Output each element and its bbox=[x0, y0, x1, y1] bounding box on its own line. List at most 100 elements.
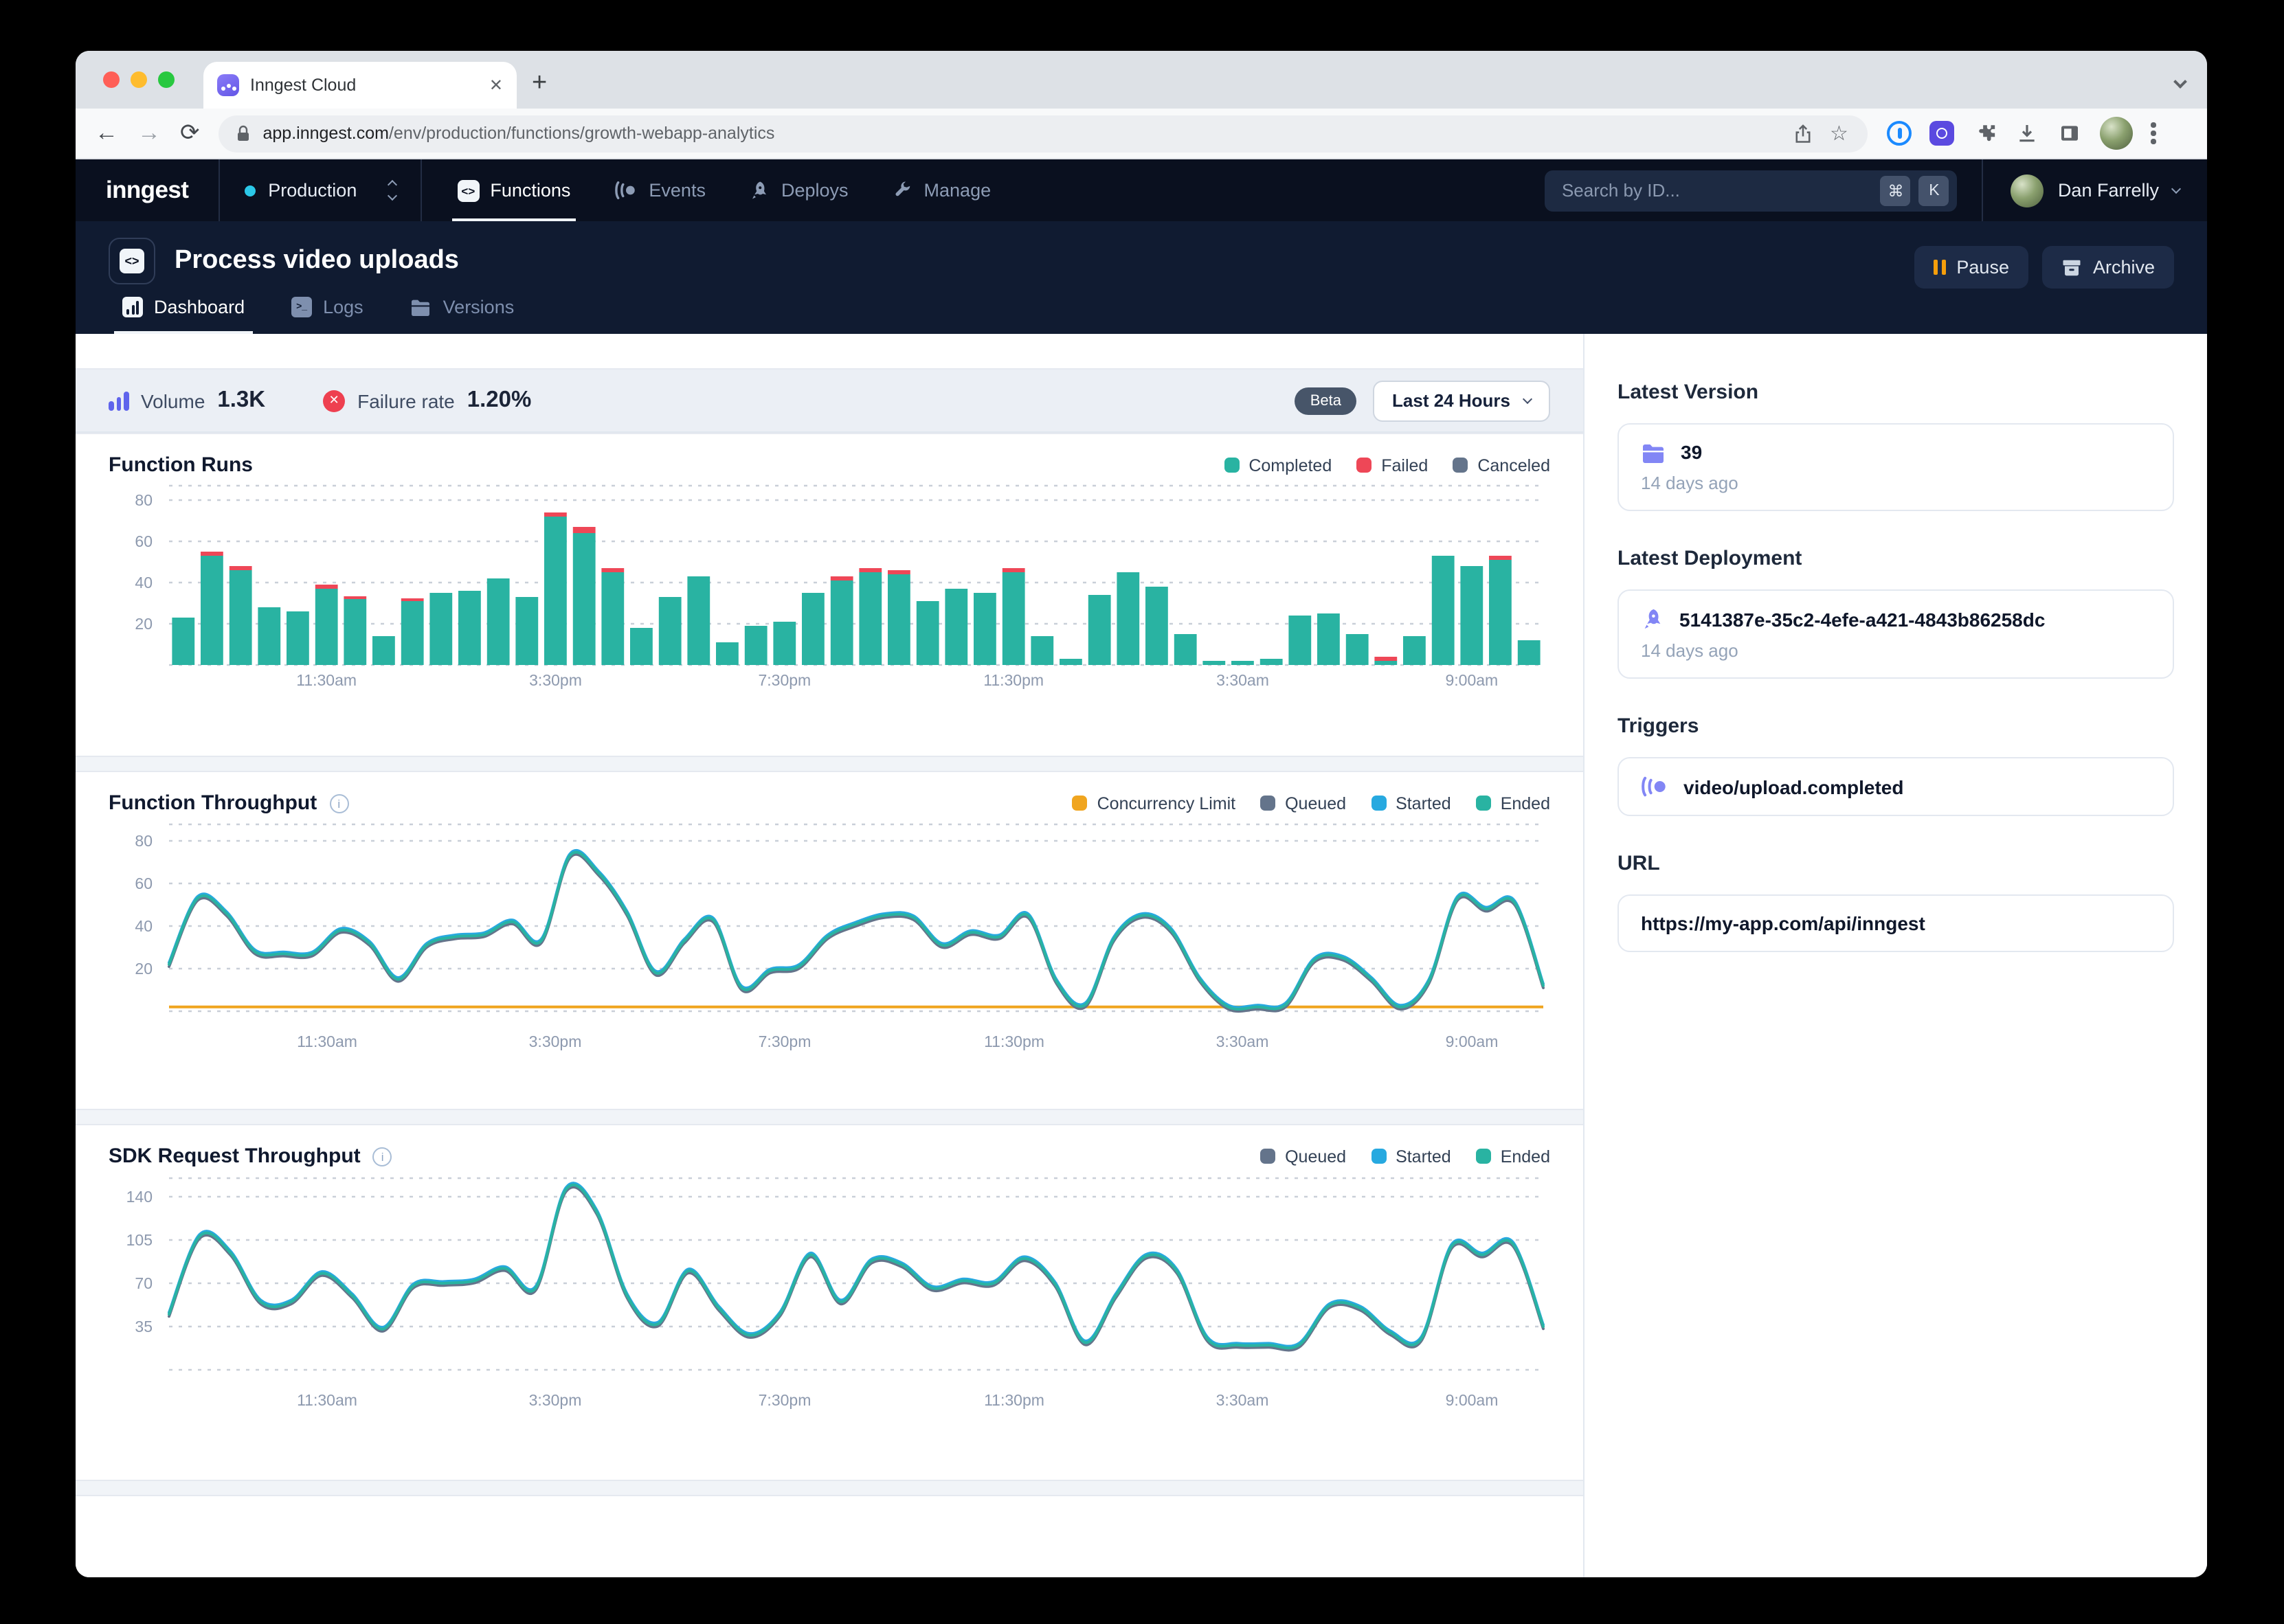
svg-text:3:30pm: 3:30pm bbox=[529, 1033, 582, 1050]
svg-text:60: 60 bbox=[135, 532, 153, 550]
failure-x-icon: ✕ bbox=[323, 390, 345, 411]
environment-label: Production bbox=[268, 180, 357, 201]
info-icon[interactable]: i bbox=[329, 793, 348, 813]
tab-title: Inngest Cloud bbox=[250, 76, 478, 95]
downloads-icon[interactable] bbox=[2015, 121, 2040, 146]
puzzle-extensions-icon[interactable] bbox=[1973, 121, 1997, 146]
user-menu[interactable]: Dan Farrelly bbox=[1982, 159, 2207, 221]
folder-icon bbox=[1641, 442, 1666, 462]
svg-text:11:30pm: 11:30pm bbox=[984, 1391, 1044, 1409]
address-bar[interactable]: app.inngest.com/env/production/functions… bbox=[219, 115, 1868, 152]
nav-item-manage[interactable]: Manage bbox=[871, 159, 1014, 221]
svg-text:11:30am: 11:30am bbox=[297, 1033, 357, 1050]
sdk-throughput-line-chart: 357010514011:30am3:30pm7:30pm11:30pm3:30… bbox=[109, 1175, 1549, 1411]
sdk-throughput-title: SDK Request Throughput bbox=[109, 1144, 361, 1168]
desktop: Inngest Cloud ✕ + ← → ⟳ app.inngest.com/… bbox=[0, 0, 2284, 1624]
svg-text:9:00am: 9:00am bbox=[1445, 671, 1498, 689]
search-input[interactable]: ⌘ K bbox=[1545, 170, 1958, 211]
environment-status-dot bbox=[245, 185, 256, 196]
browser-menu-icon[interactable] bbox=[2151, 123, 2156, 144]
browser-profile-avatar[interactable] bbox=[2101, 117, 2134, 150]
function-runs-bar-chart: 2040608011:30am3:30pm7:30pm11:30pm3:30am… bbox=[109, 484, 1549, 690]
forward-icon[interactable]: → bbox=[137, 120, 161, 147]
folder-icon bbox=[410, 298, 432, 316]
pause-icon bbox=[1934, 260, 1945, 275]
canceled-swatch bbox=[1453, 458, 1468, 473]
lock-icon bbox=[236, 124, 252, 142]
new-tab-button[interactable]: + bbox=[532, 63, 547, 104]
latest-deployment-heading: Latest Deployment bbox=[1617, 547, 2174, 570]
rocket-icon bbox=[750, 180, 770, 201]
close-window-button[interactable] bbox=[103, 71, 120, 88]
function-throughput-legend: Concurrency Limit Queued Started Ended bbox=[1073, 793, 1550, 813]
time-range-dropdown[interactable]: Last 24 Hours bbox=[1373, 380, 1550, 421]
sdk-throughput-legend: Queued Started Ended bbox=[1260, 1147, 1550, 1166]
charts-column: Volume 1.3K ✕ Failure rate 1.20% Beta La… bbox=[76, 334, 1583, 1577]
tab-search-chevron-icon[interactable] bbox=[2175, 69, 2185, 93]
environment-switcher[interactable]: Production bbox=[220, 159, 420, 221]
zoom-window-button[interactable] bbox=[158, 71, 175, 88]
started-swatch bbox=[1371, 1149, 1386, 1164]
chevron-down-icon bbox=[1523, 394, 1532, 404]
archive-button[interactable]: Archive bbox=[2042, 246, 2174, 289]
url-card: https://my-app.com/api/inngest bbox=[1617, 894, 2174, 952]
search-field[interactable] bbox=[1562, 180, 1872, 201]
rocket-icon bbox=[1641, 607, 1664, 631]
tab-logs[interactable]: >_ Logs bbox=[278, 297, 377, 334]
svg-text:11:30am: 11:30am bbox=[297, 1391, 357, 1409]
latest-deployment-time: 14 days ago bbox=[1641, 640, 2151, 661]
svg-text:20: 20 bbox=[135, 960, 153, 978]
chevron-down-icon bbox=[2171, 183, 2181, 193]
svg-text:80: 80 bbox=[135, 832, 153, 850]
failure-rate-value: 1.20% bbox=[467, 387, 532, 414]
inngest-favicon bbox=[217, 74, 239, 96]
dashboard-icon bbox=[122, 297, 143, 317]
purple-extension-icon[interactable] bbox=[1930, 121, 1955, 146]
back-icon[interactable]: ← bbox=[95, 120, 118, 147]
dashboard-content: Volume 1.3K ✕ Failure rate 1.20% Beta La… bbox=[76, 334, 2207, 1577]
cmd-key-badge: ⌘ bbox=[1881, 175, 1911, 205]
function-runs-title: Function Runs bbox=[109, 453, 253, 477]
terminal-icon: >_ bbox=[291, 297, 312, 317]
user-name: Dan Farrelly bbox=[2058, 180, 2159, 201]
browser-toolbar: ← → ⟳ app.inngest.com/env/production/fun… bbox=[76, 109, 2207, 159]
event-trigger-icon bbox=[1641, 775, 1668, 798]
latest-version-time: 14 days ago bbox=[1641, 473, 2151, 493]
tab-versions[interactable]: Versions bbox=[396, 297, 528, 334]
latest-deployment-id: 5141387e-35c2-4efe-a421-4843b86258dc bbox=[1679, 608, 2045, 630]
svg-text:9:00am: 9:00am bbox=[1446, 1391, 1499, 1409]
onepassword-icon[interactable] bbox=[1888, 121, 1912, 146]
trigger-card: video/upload.completed bbox=[1617, 757, 2174, 816]
bookmark-star-icon[interactable]: ☆ bbox=[1827, 121, 1852, 146]
latest-deployment-card: 5141387e-35c2-4efe-a421-4843b86258dc 14 … bbox=[1617, 589, 2174, 679]
nav-item-functions[interactable]: <> Functions bbox=[435, 159, 592, 221]
k-key-badge: K bbox=[1919, 175, 1949, 205]
tab-close-icon[interactable]: ✕ bbox=[489, 76, 503, 95]
concurrency-swatch bbox=[1073, 796, 1088, 811]
share-icon[interactable] bbox=[1791, 121, 1816, 146]
browser-tab[interactable]: Inngest Cloud ✕ bbox=[203, 62, 517, 109]
inngest-logo[interactable]: inngest bbox=[76, 159, 219, 221]
nav-item-events[interactable]: Events bbox=[592, 159, 728, 221]
minimize-window-button[interactable] bbox=[131, 71, 147, 88]
latest-version-card: 39 14 days ago bbox=[1617, 423, 2174, 511]
svg-text:9:00am: 9:00am bbox=[1446, 1033, 1499, 1050]
function-runs-legend: Completed Failed Canceled bbox=[1224, 455, 1550, 475]
svg-text:35: 35 bbox=[135, 1318, 153, 1335]
function-url: https://my-app.com/api/inngest bbox=[1641, 912, 1925, 934]
functions-icon: <> bbox=[457, 179, 479, 201]
pause-button[interactable]: Pause bbox=[1914, 246, 2028, 289]
tab-dashboard[interactable]: Dashboard bbox=[109, 297, 258, 334]
volume-stat: Volume 1.3K bbox=[109, 387, 265, 414]
function-throughput-panel: Function Throughput i Concurrency Limit … bbox=[76, 771, 1583, 1110]
svg-text:3:30pm: 3:30pm bbox=[529, 671, 582, 689]
app-navbar: inngest Production <> Functions Events bbox=[76, 159, 2207, 221]
svg-text:7:30pm: 7:30pm bbox=[759, 1391, 811, 1409]
function-throughput-line-chart: 2040608011:30am3:30pm7:30pm11:30pm3:30am… bbox=[109, 822, 1549, 1052]
browser-tab-strip: Inngest Cloud ✕ + bbox=[76, 51, 2207, 109]
sidebar-toggle-icon[interactable] bbox=[2058, 121, 2083, 146]
info-icon[interactable]: i bbox=[373, 1147, 392, 1166]
reload-icon[interactable]: ⟳ bbox=[180, 120, 200, 147]
extension-icons bbox=[1888, 117, 2156, 150]
nav-item-deploys[interactable]: Deploys bbox=[728, 159, 871, 221]
